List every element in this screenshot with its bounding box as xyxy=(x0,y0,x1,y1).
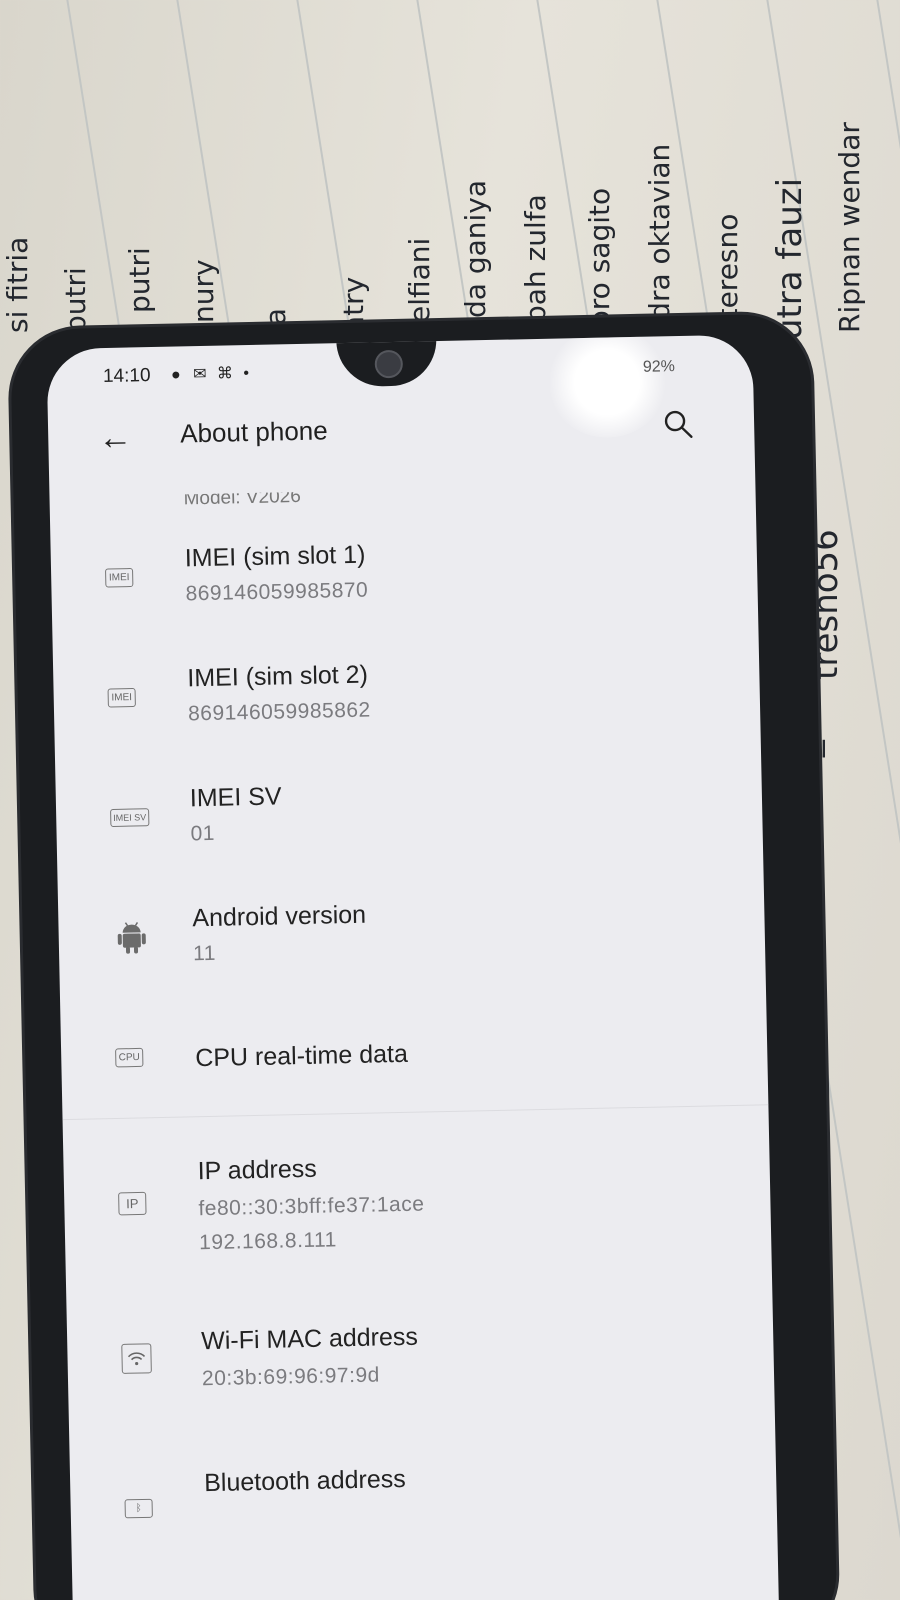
search-icon[interactable] xyxy=(662,408,695,441)
list-item-imei-1[interactable]: IMEI IMEI (sim slot 1) 869146059985870 xyxy=(50,504,758,639)
android-robot-icon xyxy=(117,922,146,954)
status-time: 14:10 xyxy=(102,365,151,388)
phone-screen: 14:10 ● ✉ ⌘ • 92% ← About phone Model: V… xyxy=(46,334,780,1600)
item-value: 869146059985862 xyxy=(187,698,371,726)
paper-line xyxy=(870,0,900,1600)
page-title: About phone xyxy=(179,415,328,449)
item-title: IMEI (sim slot 2) xyxy=(187,660,369,693)
handwritten-name: bro sagito xyxy=(583,187,616,328)
item-value-secondary: 192.168.8.111 xyxy=(198,1228,338,1255)
item-value: fe80::30:3bff:fe37:1ace xyxy=(198,1192,425,1221)
item-title: CPU real-time data xyxy=(194,1039,409,1073)
app-bar: ← About phone xyxy=(47,382,755,487)
list-item-wifi-mac[interactable]: Wi-Fi MAC address 20:3b:69:96:97:9d xyxy=(66,1275,775,1430)
handwritten-name: bah zulfa xyxy=(519,194,552,323)
battery-percentage: 92% xyxy=(642,358,676,376)
handwritten-name: nury xyxy=(187,259,220,323)
item-value: 869146059985870 xyxy=(185,578,369,606)
handwritten-name: elfiani xyxy=(403,237,436,323)
imei-icon: IMEI xyxy=(107,687,136,708)
mail-icon: ✉ xyxy=(192,365,207,384)
bluetooth-icon: ᛒ xyxy=(124,1498,153,1519)
item-title: Bluetooth address xyxy=(203,1464,406,1498)
ip-icon: IP xyxy=(118,1191,147,1216)
handwritten-name: putri xyxy=(123,247,156,313)
item-value: 01 xyxy=(190,821,216,846)
wifi-icon xyxy=(121,1343,152,1374)
item-title: Wi-Fi MAC address xyxy=(200,1322,419,1356)
list-item-bluetooth-address[interactable]: ᛒ Bluetooth address xyxy=(69,1415,777,1550)
list-item-android-version[interactable]: Android version 11 xyxy=(58,864,766,999)
phone-body: 14:10 ● ✉ ⌘ • 92% ← About phone Model: V… xyxy=(10,313,838,1600)
item-value: 11 xyxy=(192,941,217,966)
handwritten-name: si fitria xyxy=(1,236,34,333)
chat-bubble-icon: ● xyxy=(170,366,181,384)
list-item-imei-2[interactable]: IMEI IMEI (sim slot 2) 869146059985862 xyxy=(52,624,760,759)
back-arrow-icon[interactable]: ← xyxy=(98,418,135,457)
handwritten-name: Ripnan wendar xyxy=(833,122,866,333)
list-item-imei-sv[interactable]: IMEI SV IMEI SV 01 xyxy=(55,744,763,879)
item-title: IMEI (sim slot 1) xyxy=(184,540,366,573)
handwritten-name: da ganiya xyxy=(459,179,492,318)
imei-sv-icon: IMEI SV xyxy=(110,808,150,828)
item-title: IMEI SV xyxy=(189,782,282,813)
about-phone-list: IMEI IMEI (sim slot 1) 869146059985870 I… xyxy=(50,504,777,1550)
handwritten-name: putri xyxy=(59,267,92,333)
imei-icon: IMEI xyxy=(105,567,134,588)
list-item-ip-address[interactable]: IP IP address fe80::30:3bff:fe37:1ace 19… xyxy=(62,1104,772,1291)
list-item-cpu[interactable]: CPU CPU real-time data xyxy=(60,984,768,1119)
game-controller-icon: ⌘ xyxy=(216,365,234,383)
notification-icons: ● ✉ ⌘ • xyxy=(171,363,249,385)
cpu-icon: CPU xyxy=(115,1047,144,1068)
item-title: IP address xyxy=(197,1154,317,1186)
item-title: Android version xyxy=(192,900,367,933)
model-label-partial: Model: V2026 xyxy=(183,491,302,510)
item-value: 20:3b:69:96:97:9d xyxy=(201,1363,381,1391)
dot-icon: • xyxy=(243,365,250,383)
